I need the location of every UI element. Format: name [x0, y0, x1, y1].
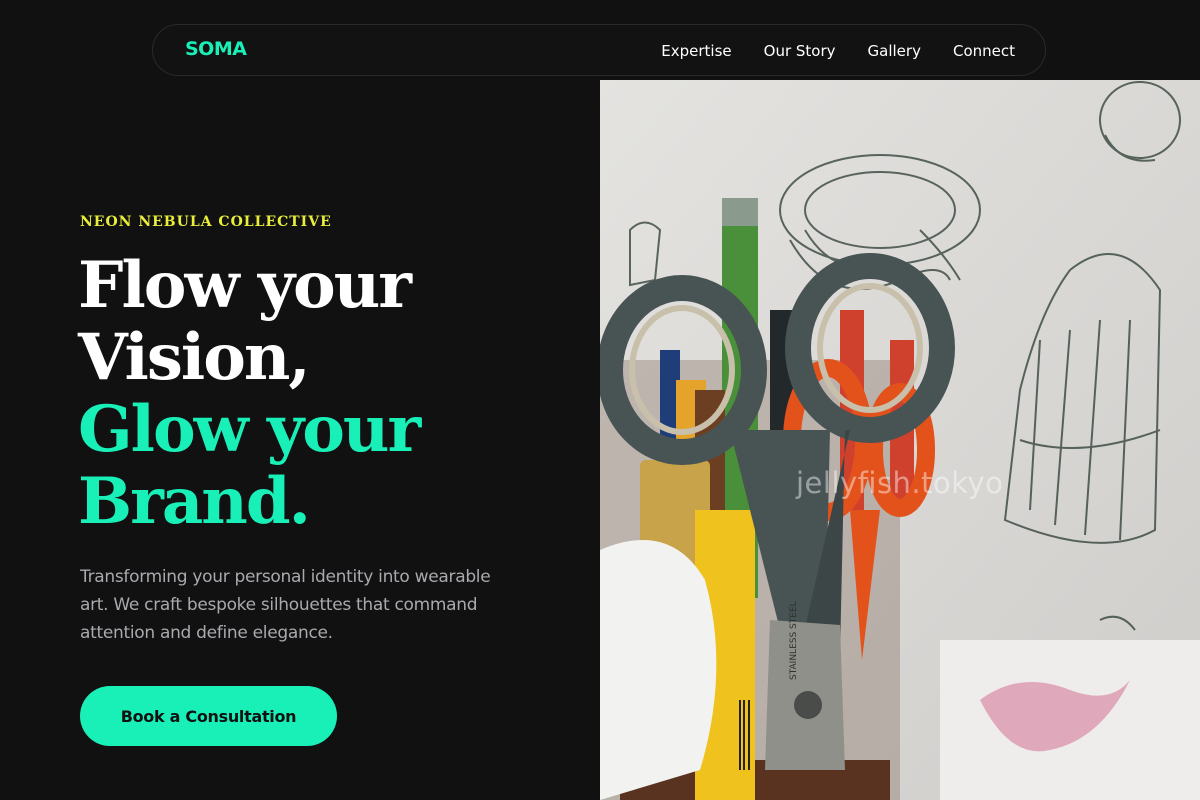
book-consultation-button[interactable]: Book a Consultation	[80, 686, 337, 746]
art-supplies-photo: STAINLESS STEEL	[600, 80, 1200, 800]
hero-headline: Flow your Vision, Glow your Brand.	[78, 248, 421, 539]
headline-line-2: Vision,	[78, 320, 311, 395]
nav-links: Expertise Our Story Gallery Connect	[661, 42, 1015, 60]
headline-line-3: Glow your	[78, 392, 421, 467]
headline-line-1: Flow your	[78, 248, 412, 323]
nav-link-gallery[interactable]: Gallery	[868, 42, 921, 60]
hero-image: STAINLESS STEEL jellyfish.tokyo	[600, 80, 1200, 800]
top-navbar: SOMA Expertise Our Story Gallery Connect	[152, 24, 1046, 76]
nav-link-connect[interactable]: Connect	[953, 42, 1015, 60]
image-watermark: jellyfish.tokyo	[796, 466, 1004, 500]
headline-line-4: Brand.	[78, 464, 311, 539]
hero-description: Transforming your personal identity into…	[80, 567, 491, 643]
nav-link-expertise[interactable]: Expertise	[661, 42, 731, 60]
brand-logo[interactable]: SOMA	[185, 38, 247, 60]
hero-eyebrow: NEON NEBULA COLLECTIVE	[80, 214, 332, 230]
scissors-blade-text: STAINLESS STEEL	[789, 601, 799, 680]
nav-link-our-story[interactable]: Our Story	[764, 42, 836, 60]
